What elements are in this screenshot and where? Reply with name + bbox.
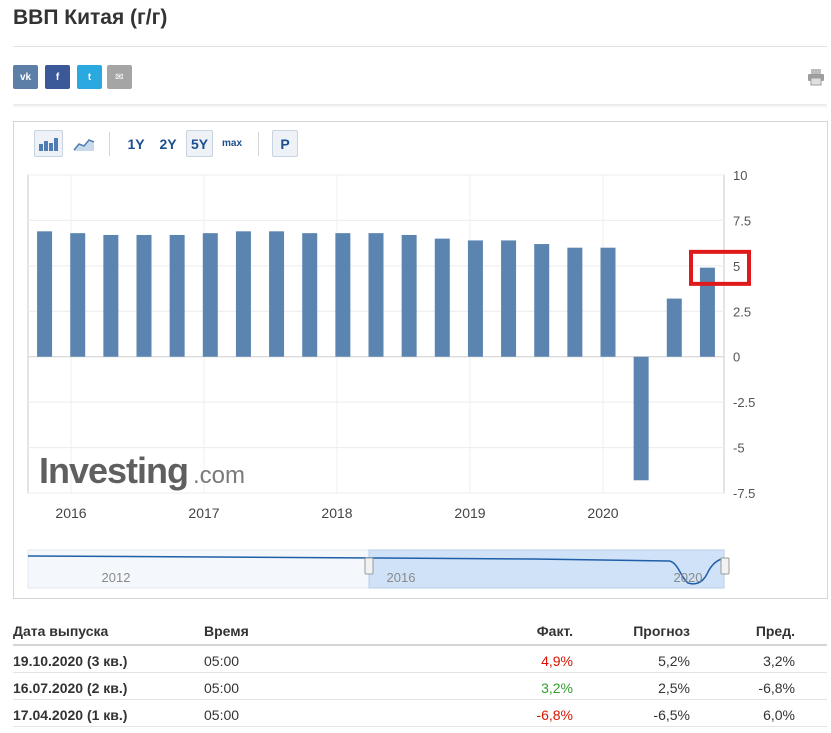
navigator-handle bbox=[364, 557, 374, 575]
print-icon[interactable] bbox=[806, 67, 826, 87]
bar bbox=[501, 240, 517, 357]
y-tick-label: -5 bbox=[733, 441, 745, 456]
row-date: 19.10.2020 (3 кв.) bbox=[13, 653, 128, 669]
y-tick-label: 2.5 bbox=[733, 304, 751, 319]
y-tick-label: 0 bbox=[733, 350, 740, 365]
row-time: 05:00 bbox=[204, 680, 240, 696]
navigator-label: 2020 bbox=[674, 570, 703, 585]
header-time: Время bbox=[204, 623, 249, 639]
bar bbox=[633, 356, 649, 481]
header-forecast: Прогноз bbox=[633, 623, 690, 639]
y-tick-label: -7.5 bbox=[733, 486, 755, 501]
bar bbox=[302, 233, 318, 357]
share-mail-button[interactable]: ✉ bbox=[107, 65, 132, 89]
watermark-suffix: .com bbox=[193, 462, 245, 489]
bar bbox=[699, 267, 715, 357]
table-row: 16.07.2020 (2 кв.) 05:00 3,2% 2,5% -6,8% bbox=[13, 673, 827, 700]
bar bbox=[401, 234, 417, 357]
y-tick-label: 10 bbox=[733, 168, 747, 183]
x-tick-label: 2020 bbox=[587, 505, 618, 521]
share-vk-button[interactable]: vk bbox=[13, 65, 38, 89]
share-twitter-button[interactable]: t bbox=[77, 65, 102, 89]
bar bbox=[202, 233, 218, 357]
mail-icon: ✉ bbox=[115, 71, 124, 83]
row-actual: 4,9% bbox=[541, 653, 573, 669]
bar bbox=[567, 247, 583, 357]
row-actual: -6,8% bbox=[536, 707, 573, 723]
y-tick-label: 7.5 bbox=[733, 213, 751, 228]
header-actual: Факт. bbox=[536, 623, 573, 639]
row-date: 16.07.2020 (2 кв.) bbox=[13, 680, 128, 696]
vk-icon: vk bbox=[19, 71, 32, 83]
bar bbox=[434, 238, 450, 357]
row-forecast: 5,2% bbox=[658, 653, 690, 669]
bar bbox=[169, 234, 185, 357]
twitter-icon: t bbox=[87, 71, 92, 83]
header-date: Дата выпуска bbox=[13, 623, 109, 639]
page-title: ВВП Китая (г/г) bbox=[13, 6, 168, 29]
row-forecast: -6,5% bbox=[653, 707, 690, 723]
share-facebook-button[interactable]: f bbox=[45, 65, 70, 89]
bar bbox=[534, 244, 550, 357]
bar bbox=[136, 234, 152, 357]
row-date: 17.04.2020 (1 кв.) bbox=[13, 707, 128, 723]
watermark-logo: Investing bbox=[39, 450, 188, 491]
navigator-handle bbox=[720, 557, 730, 575]
row-time: 05:00 bbox=[204, 707, 240, 723]
bar-chart: 10 7.5 5 2.5 0 -2.5 -5 -7.5 2016 2017 2018 2019 2020… bbox=[27, 168, 755, 589]
row-prev: 3,2% bbox=[763, 653, 795, 669]
header-shadow bbox=[13, 104, 827, 108]
bar bbox=[37, 231, 53, 357]
row-prev: 6,0% bbox=[763, 707, 795, 723]
row-forecast: 2,5% bbox=[658, 680, 690, 696]
navigator-label: 2012 bbox=[102, 570, 131, 585]
x-tick-label: 2019 bbox=[454, 505, 485, 521]
table-row: 19.10.2020 (3 кв.) 05:00 4,9% 5,2% 3,2% bbox=[13, 646, 827, 673]
bar bbox=[666, 298, 682, 357]
table-row: 17.04.2020 (1 кв.) 05:00 -6,8% -6,5% 6,0… bbox=[13, 700, 827, 727]
bar bbox=[467, 240, 483, 357]
header-prev: Пред. bbox=[755, 623, 795, 639]
row-prev: -6,8% bbox=[758, 680, 795, 696]
bar bbox=[70, 233, 86, 357]
title-divider bbox=[13, 46, 827, 47]
bar bbox=[335, 233, 351, 357]
x-tick-label: 2017 bbox=[188, 505, 219, 521]
navigator-label: 2016 bbox=[387, 570, 416, 585]
bar bbox=[368, 233, 384, 357]
y-tick-label: 5 bbox=[733, 259, 740, 274]
bar bbox=[600, 247, 616, 357]
navigator-selection bbox=[368, 549, 725, 589]
chart-container: 1Y 2Y 5Y max P 10 7.5 5 2.5 0 -2.5 -5 -7.5 2016 2… bbox=[13, 121, 828, 599]
bar bbox=[235, 231, 251, 357]
bar bbox=[269, 231, 285, 357]
row-actual: 3,2% bbox=[541, 680, 573, 696]
x-tick-label: 2016 bbox=[55, 505, 86, 521]
facebook-icon: f bbox=[55, 71, 60, 83]
row-time: 05:00 bbox=[204, 653, 240, 669]
bar bbox=[103, 234, 119, 357]
table-header: Дата выпуска Время Факт. Прогноз Пред. bbox=[13, 617, 827, 646]
history-table: Дата выпуска Время Факт. Прогноз Пред. 1… bbox=[13, 617, 827, 727]
y-tick-label: -2.5 bbox=[733, 395, 755, 410]
x-tick-label: 2018 bbox=[321, 505, 352, 521]
